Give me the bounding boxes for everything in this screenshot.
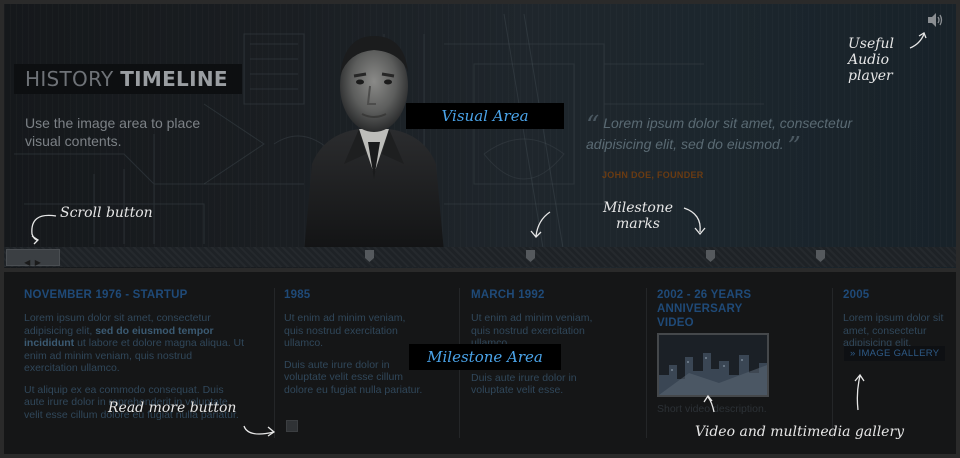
annotation-arrow-icon [854,373,865,411]
image-gallery-button[interactable]: » IMAGE GALLERY [844,346,946,361]
milestone-title[interactable]: 2005 [843,288,955,302]
annotation-arrow-icon [683,207,706,236]
visual-area: HISTORY TIMELINE Use the image area to p… [4,4,956,268]
milestone-title[interactable]: NOVEMBER 1976 - STARTUP [24,288,246,302]
quote-author: JOHN DOE, FOUNDER [602,170,704,180]
speaker-icon[interactable] [926,12,944,28]
video-thumbnail[interactable] [657,333,769,397]
milestone-mark[interactable] [526,250,535,262]
milestone-title[interactable]: 2002 - 26 YEARS ANNIVERSARY VIDEO [657,288,782,330]
milestone-area-label: Milestone Area [409,344,561,370]
founder-portrait [304,36,444,252]
title-bold: TIMELINE [120,67,228,91]
milestone-text: Ut enim ad minim veniam, quis nostrud ex… [284,312,406,349]
scroll-button[interactable]: ◀ ▶ [6,249,60,267]
annotation-arrow-icon [909,32,927,49]
founder-quote: “ Lorem ipsum dolor sit amet, consectetu… [586,113,886,160]
milestone-title[interactable]: MARCH 1992 [471,288,611,302]
annotation-milestone-marks: Milestone marks [602,200,674,232]
quote-close-mark: ” [787,132,801,162]
milestone-text: Duis aute irure dolor in voluptate velit… [471,371,577,397]
title-light: HISTORY [25,67,114,91]
annotation-arrow-icon [703,394,715,413]
annotation-arrow-icon [31,214,57,245]
column-divider [274,288,275,438]
milestone-title[interactable]: 1985 [284,288,424,302]
milestone-1985: 1985 Ut enim ad minim veniam, quis nostr… [284,288,424,405]
quote-text: Lorem ipsum dolor sit amet, consectetur … [586,115,853,152]
milestone-mark[interactable] [816,250,825,262]
timeline-title: HISTORY TIMELINE [14,64,242,94]
scroll-arrows-icon: ◀ ▶ [24,258,42,267]
visual-area-label: Visual Area [406,103,564,129]
city-video-image [659,335,767,395]
annotation-scroll: Scroll button [60,205,153,221]
column-divider [646,288,647,438]
column-divider [832,288,833,438]
annotation-read-more: Read more button [108,400,237,416]
visual-caption: Use the image area to place visual conte… [25,115,201,149]
timeline-scroll-track[interactable] [4,247,956,267]
annotation-arrow-icon [243,425,276,437]
milestone-mark[interactable] [365,250,374,262]
timeline-frame: HISTORY TIMELINE Use the image area to p… [0,0,960,458]
milestone-text: Lorem ipsum dolor sit amet, consectetur … [24,312,246,375]
milestone-text: Duis aute irure dolor in voluptate velit… [284,358,423,396]
annotation-arrow-icon [530,211,551,238]
milestone-text: Lorem ipsum dolor sit amet, consectetur … [843,312,944,349]
milestone-mark[interactable] [706,250,715,262]
annotation-gallery: Video and multimedia gallery [695,424,905,440]
read-more-button[interactable] [286,420,298,432]
